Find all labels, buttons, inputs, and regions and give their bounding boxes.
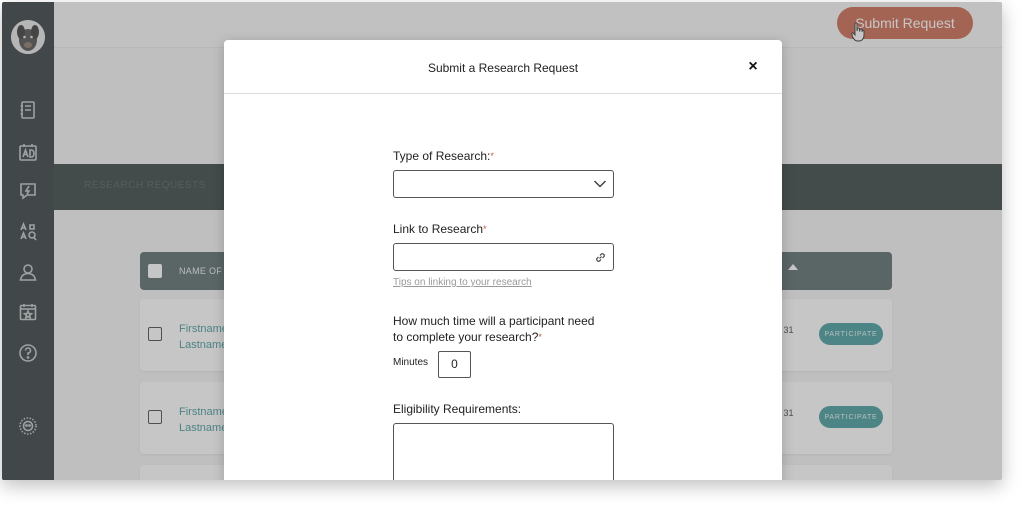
- type-of-research-select[interactable]: [393, 170, 614, 198]
- minutes-input[interactable]: 0: [438, 351, 471, 378]
- time-needed-label: How much time will a participant need to…: [393, 314, 595, 344]
- minutes-label: Minutes: [393, 357, 429, 368]
- modal-header: Submit a Research Request ×: [224, 40, 782, 94]
- tips-link[interactable]: Tips on linking to your research: [393, 277, 532, 288]
- required-marker: *: [483, 224, 487, 234]
- chevron-down-icon: [593, 180, 607, 188]
- link-icon: [596, 253, 605, 262]
- close-icon[interactable]: ×: [744, 58, 762, 76]
- app-window: Submit Request RESEARCH REQUESTS NAME OF…: [2, 2, 1002, 480]
- eligibility-label: Eligibility Requirements:: [393, 402, 522, 416]
- eligibility-textarea[interactable]: [393, 423, 614, 480]
- modal-title: Submit a Research Request: [427, 61, 579, 75]
- research-request-modal: Submit a Research Request × Type of Rese…: [224, 40, 782, 480]
- type-of-research-label: Type of Research:*: [393, 149, 494, 163]
- link-to-research-input[interactable]: [393, 243, 614, 271]
- required-marker: *: [490, 151, 494, 161]
- required-marker: *: [538, 332, 542, 342]
- link-to-research-label: Link to Research*: [393, 222, 487, 236]
